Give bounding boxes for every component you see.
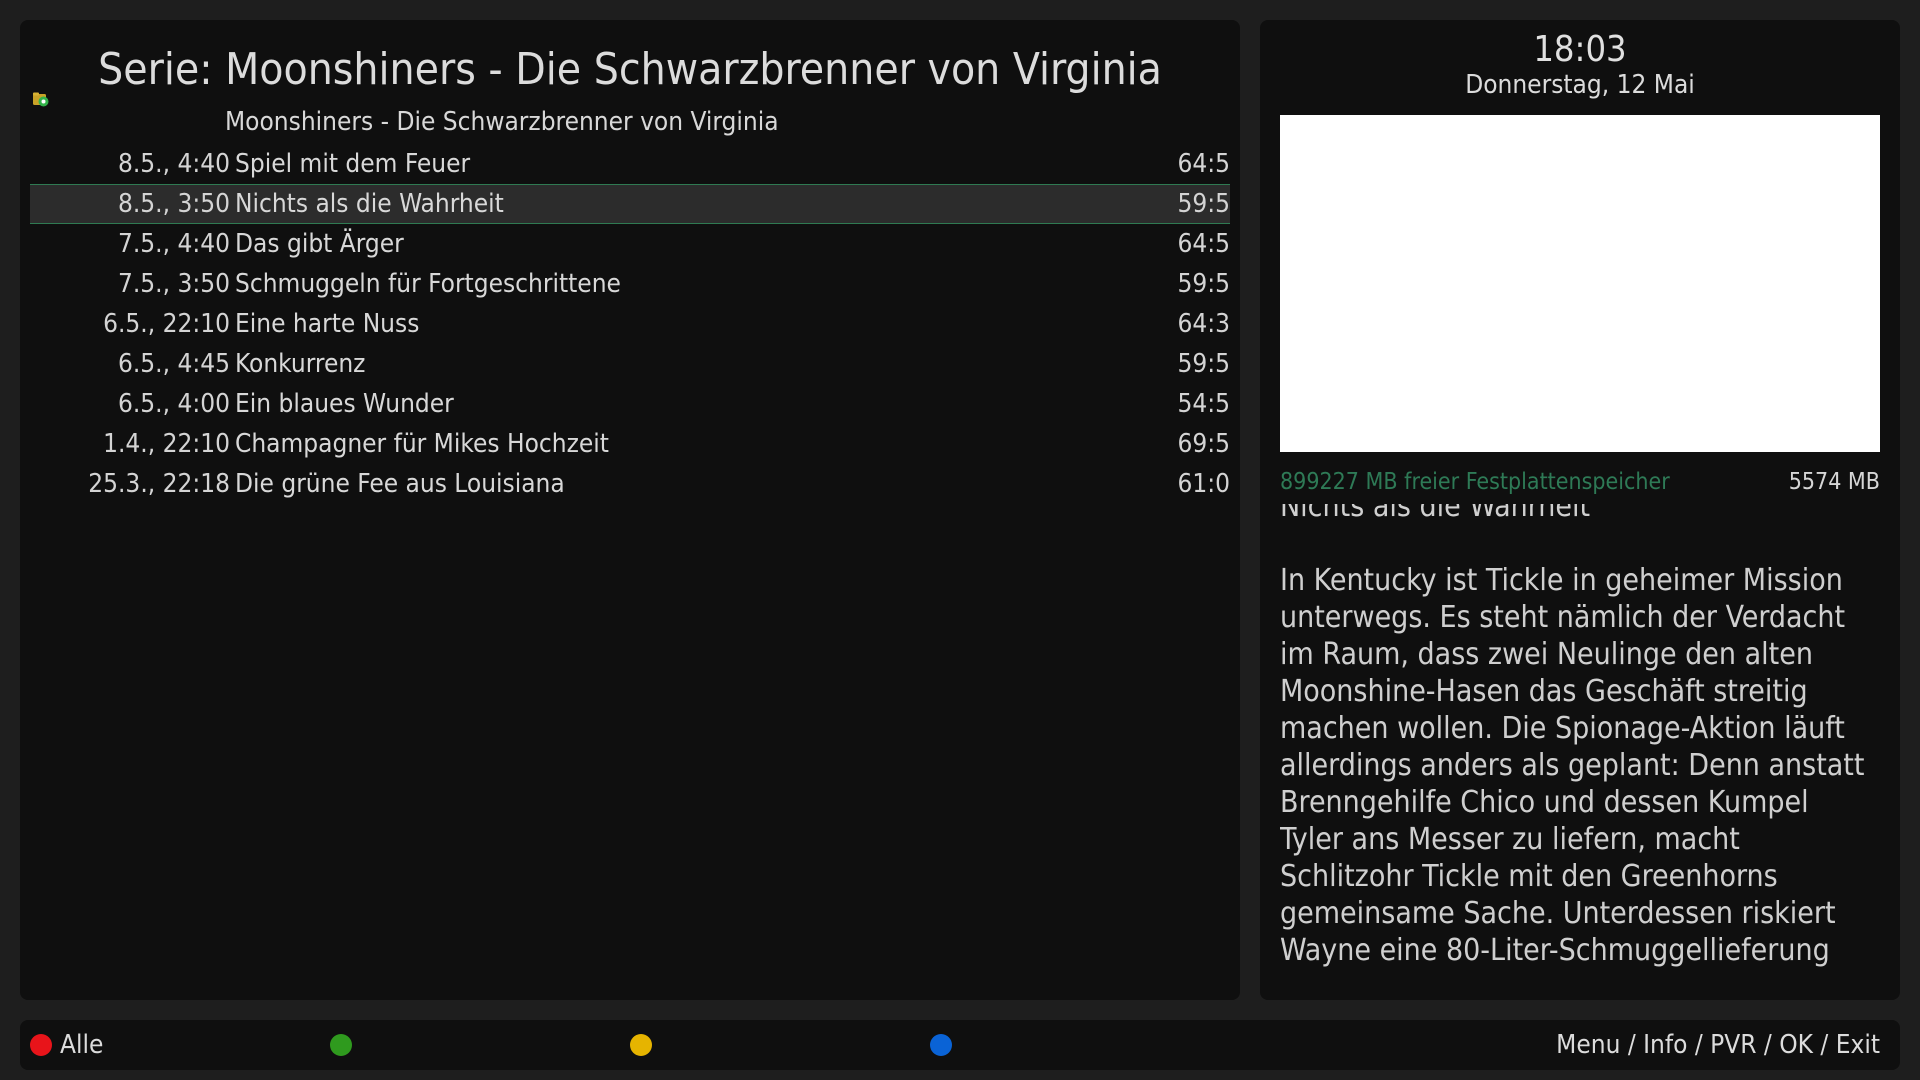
yellow-key-icon[interactable] <box>630 1034 652 1056</box>
recording-title: Ein blaues Wunder <box>235 389 454 419</box>
recording-date: 8.5., 3:50 <box>118 189 230 219</box>
recording-title: Nichts als die Wahrheit <box>235 189 504 219</box>
recording-row[interactable]: 8.5., 4:40 Spiel mit dem Feuer 64:5 <box>30 144 1230 184</box>
recording-date: 6.5., 22:10 <box>103 309 230 339</box>
recording-duration: 64:5 <box>1177 149 1230 179</box>
recording-date: 6.5., 4:45 <box>118 349 230 379</box>
recording-row[interactable]: 6.5., 4:00 Ein blaues Wunder 54:5 <box>30 384 1230 424</box>
recording-title: Champagner für Mikes Hochzeit <box>235 429 609 459</box>
recording-row[interactable]: 25.3., 22:18 Die grüne Fee aus Louisiana 6… <box>30 464 1230 504</box>
recording-row[interactable]: 7.5., 4:40 Das gibt Ärger 64:5 <box>30 224 1230 264</box>
new-recordings-folder-icon <box>33 92 49 107</box>
page-title: Serie: Moonshiners - Die Schwarzbrenner … <box>98 44 1162 95</box>
recording-row[interactable]: 7.5., 3:50 Schmuggeln für Fortgeschritten… <box>30 264 1230 304</box>
recording-row[interactable]: 6.5., 22:10 Eine harte Nuss 64:3 <box>30 304 1230 344</box>
recording-size: 5574 MB <box>1788 469 1880 495</box>
clock-date: Donnerstag, 12 Mai <box>1465 70 1695 100</box>
recording-date: 1.4., 22:10 <box>103 429 230 459</box>
recording-title: Spiel mit dem Feuer <box>235 149 471 179</box>
recording-title: Das gibt Ärger <box>235 229 404 259</box>
recording-duration: 61:0 <box>1177 469 1230 499</box>
recording-date: 6.5., 4:00 <box>118 389 230 419</box>
clock-time: 18:03 <box>1533 29 1627 70</box>
recording-title: Die grüne Fee aus Louisiana <box>235 469 565 499</box>
recording-title: Eine harte Nuss <box>235 309 420 339</box>
red-key-label[interactable]: Alle <box>60 1020 103 1070</box>
recording-duration: 59:5 <box>1177 269 1230 299</box>
description-area[interactable]: Nichts als die Wahrheit In Kentucky ist … <box>1280 504 1880 988</box>
recording-row[interactable]: 6.5., 4:45 Konkurrenz 59:5 <box>30 344 1230 384</box>
recording-list: 8.5., 4:40 Spiel mit dem Feuer 64:5 8.5., 3… <box>30 144 1230 504</box>
recording-duration: 69:5 <box>1177 429 1230 459</box>
recording-duration: 59:5 <box>1177 349 1230 379</box>
description-title: Nichts als die Wahrheit <box>1280 504 1591 524</box>
recording-title: Schmuggeln für Fortgeschrittene <box>235 269 621 299</box>
recording-duration: 64:3 <box>1177 309 1230 339</box>
recording-date: 7.5., 4:40 <box>118 229 230 259</box>
recording-date: 25.3., 22:18 <box>88 469 230 499</box>
recording-date: 8.5., 4:40 <box>118 149 230 179</box>
description-text: Nichts als die Wahrheit In Kentucky ist … <box>1280 504 1880 969</box>
navigation-hint: Menu / Info / PVR / OK / Exit <box>1556 1030 1880 1060</box>
video-preview <box>1280 115 1880 452</box>
green-key-icon[interactable] <box>330 1034 352 1056</box>
recording-row[interactable]: 1.4., 22:10 Champagner für Mikes Hochzeit… <box>30 424 1230 464</box>
info-panel: 18:03 Donnerstag, 12 Mai 899227 MB freie… <box>1260 20 1900 1000</box>
recording-duration: 64:5 <box>1177 229 1230 259</box>
recordings-panel: Serie: Moonshiners - Die Schwarzbrenner … <box>20 20 1240 1000</box>
disk-free-space: 899227 MB freier Festplattenspeicher <box>1280 469 1670 495</box>
recording-duration: 59:5 <box>1177 189 1230 219</box>
description-body: In Kentucky ist Tickle in geheimer Missi… <box>1280 563 1865 968</box>
recording-title: Konkurrenz <box>235 349 366 379</box>
folder-name[interactable]: Moonshiners - Die Schwarzbrenner von Vir… <box>225 104 779 140</box>
recording-row-selected[interactable]: 8.5., 3:50 Nichts als die Wahrheit 59:5 <box>30 184 1230 224</box>
blue-key-icon[interactable] <box>930 1034 952 1056</box>
recording-date: 7.5., 3:50 <box>118 269 230 299</box>
footer-bar: Alle Menu / Info / PVR / OK / Exit <box>20 1020 1900 1070</box>
recording-duration: 54:5 <box>1177 389 1230 419</box>
red-key-icon[interactable] <box>30 1034 52 1056</box>
